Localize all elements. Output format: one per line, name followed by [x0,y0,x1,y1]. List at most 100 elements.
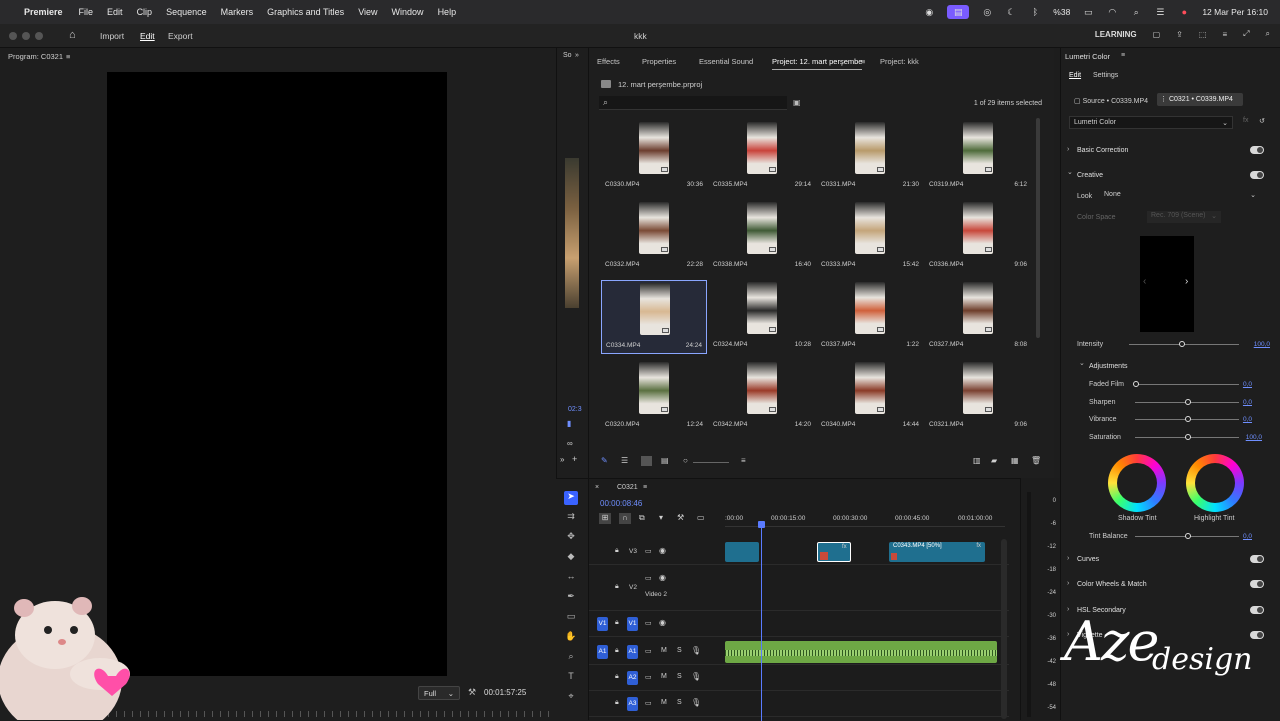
creative-toggle[interactable] [1250,171,1264,179]
chevron-right-icon[interactable]: » [560,455,564,464]
source-patch-v1[interactable]: V1 [597,617,608,631]
reset-icon[interactable]: ↺ [1259,117,1265,125]
zoom-select[interactable]: Full ⌄ [418,686,460,700]
sync-lock-icon[interactable]: ▭ [645,699,652,707]
track-select-tool-icon[interactable]: ⇉ [564,511,578,525]
zoom-slider[interactable] [693,462,729,463]
solo-icon[interactable]: S [677,647,682,654]
clip-item[interactable]: C0334.MP4 24:24 [601,280,707,354]
clip-item[interactable]: C0335.MP4 29:14 [709,120,815,194]
tab-properties[interactable]: Properties [642,57,676,66]
chevron-right-icon[interactable]: » [575,52,579,59]
search-icon[interactable]: ⌕ [1130,6,1142,18]
clip-item[interactable]: C0331.MP4 21:30 [817,120,923,194]
section-color-wheels[interactable]: Color Wheels & Match [1067,580,1147,588]
linked-selection-icon[interactable]: ⧉ [639,513,645,523]
ripple-edit-tool-icon[interactable]: ✥ [564,531,578,545]
faded-film-knob[interactable] [1133,381,1139,387]
slip-tool-icon[interactable]: ↔ [564,571,578,585]
tab-lumetri-settings[interactable]: Settings [1093,72,1118,79]
settings-wrench-icon[interactable]: ⚒ [677,513,684,522]
menu-view[interactable]: View [358,7,377,17]
app-menu[interactable]: Premiere [24,7,63,17]
eye-icon[interactable]: ◉ [659,546,666,555]
playhead[interactable] [761,523,762,721]
project-scrollbar[interactable] [1036,118,1040,338]
mute-icon[interactable]: M [661,699,667,706]
track-v3[interactable]: 🔒︎ V3 ▭ ◉ fx C0343.MP4 [50%] fx [589,539,1009,565]
track-target-v1[interactable]: V1 [627,617,638,631]
eye-icon[interactable]: ◉ [659,573,666,582]
clip-item[interactable]: C0336.MP4 9:06 [925,200,1031,274]
add-icon[interactable]: + [572,454,577,464]
fx-icon[interactable]: fx [1243,117,1248,124]
track-target-a2[interactable]: A2 [627,671,638,685]
panel-menu-icon[interactable]: ≡ [1121,52,1125,59]
highlight-tint-wheel[interactable] [1186,454,1244,512]
faded-film-value[interactable]: 0,0 [1243,381,1252,388]
bluetooth-icon[interactable]: ᛒ [1029,6,1041,18]
saturation-value[interactable]: 100,0 [1246,434,1262,441]
lock-icon[interactable]: 🔒︎ [615,647,619,655]
tab-project-main[interactable]: Project: 12. mart perşembe [772,57,863,70]
program-title[interactable]: Program: C0321 [8,52,63,61]
new-bin-icon[interactable]: ▣ [793,98,801,107]
track-a2[interactable]: 🔒︎ A2 ▭ M S 🎙︎ [589,665,1009,691]
sequence-clip-tab[interactable]: ⋮ C0321 • C0339.MP4 [1157,93,1243,106]
caption-tool-icon[interactable]: ⌖ [564,691,578,705]
track-v1[interactable]: V1 🔒︎ V1 ▭ ◉ [589,611,1009,637]
workspace-label[interactable]: LEARNING [1095,30,1137,39]
clip-item[interactable]: C0337.MP4 1:22 [817,280,923,354]
close-sequence-icon[interactable]: × [595,484,599,491]
mic-icon[interactable]: 🎙︎ [691,672,701,681]
razor-tool-icon[interactable]: ◆ [564,551,578,565]
sharpen-knob[interactable] [1185,399,1191,405]
lock-icon[interactable]: 🔒︎ [615,583,619,591]
sync-lock-icon[interactable]: ▭ [645,574,652,582]
menu-clip[interactable]: Clip [137,7,153,17]
eye-icon[interactable]: ◉ [659,618,666,627]
nav-import[interactable]: Import [100,31,124,41]
moon-icon[interactable]: ☾ [1005,6,1017,18]
zoom-tool-icon[interactable]: ⌕ [564,651,578,665]
intensity-value[interactable]: 100,0 [1254,341,1270,348]
panel-menu-icon[interactable]: ≡ [861,57,865,66]
program-timecode[interactable]: 00:01:57:25 [484,688,526,697]
clip-item[interactable]: C0333.MP4 15:42 [817,200,923,274]
previous-look-icon[interactable]: ‹ [1143,276,1146,287]
lumetri-title[interactable]: Lumetri Color [1065,52,1110,61]
mic-icon[interactable]: 🎙︎ [691,698,701,707]
menu-icon[interactable]: ≡ [1222,30,1227,39]
panel-menu-icon[interactable]: ≡ [66,52,70,61]
nav-export[interactable]: Export [168,31,193,41]
datetime[interactable]: 12 Mar Per 16:10 [1202,7,1268,17]
menu-window[interactable]: Window [392,7,424,17]
timeline-scrollbar[interactable] [1001,539,1007,719]
section-curves[interactable]: Curves [1067,555,1099,563]
battery-icon[interactable]: ▭ [1082,6,1094,18]
menu-edit[interactable]: Edit [107,7,123,17]
menu-sequence[interactable]: Sequence [166,7,207,17]
close-window-button[interactable] [9,32,17,40]
menu-markers[interactable]: Markers [221,7,254,17]
sort-icon[interactable]: ≡ [741,456,746,465]
solo-icon[interactable]: S [677,673,682,680]
clip-item[interactable]: C0340.MP4 14:44 [817,360,923,434]
sync-lock-icon[interactable]: ▭ [645,619,652,627]
vibrance-value[interactable]: 0,0 [1243,416,1252,423]
home-icon[interactable]: ⌂ [69,29,76,41]
lock-icon[interactable]: 🔒︎ [615,673,619,681]
track-v2[interactable]: 🔒︎ V2 ▭ ◉ Video 2 [589,565,1009,611]
lock-icon[interactable]: 🔒︎ [615,699,619,707]
rectangle-tool-icon[interactable]: ▭ [564,611,578,625]
audio-clip[interactable] [725,641,997,663]
effect-select[interactable]: Lumetri Color ⌄ [1069,116,1233,129]
clip-item[interactable]: C0324.MP4 10:28 [709,280,815,354]
tab-lumetri-edit[interactable]: Edit [1069,72,1081,79]
menu-help[interactable]: Help [438,7,457,17]
selection-tool-icon[interactable]: ➤ [564,491,578,505]
program-scrubber[interactable] [100,711,550,717]
saturation-knob[interactable] [1185,434,1191,440]
tint-balance-knob[interactable] [1185,533,1191,539]
loop-icon[interactable]: ∞ [567,439,573,448]
